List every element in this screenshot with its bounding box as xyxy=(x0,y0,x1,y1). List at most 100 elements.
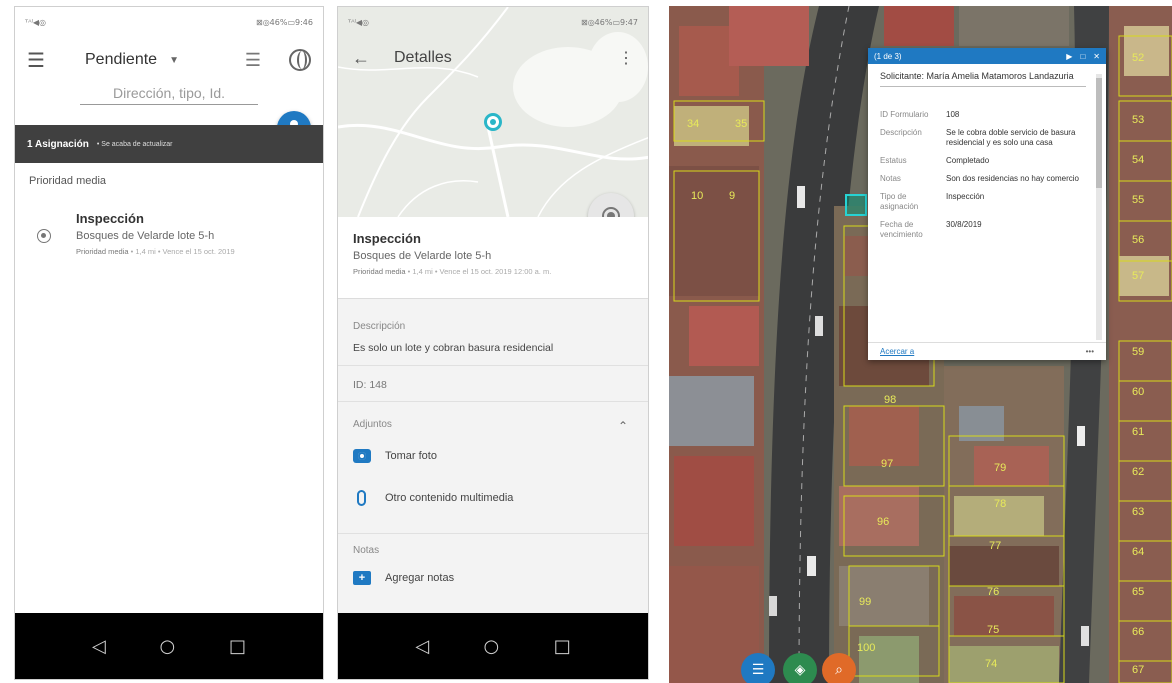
attribute-value: Inspección xyxy=(946,192,985,201)
chevron-down-icon: ▼ xyxy=(169,54,179,66)
layers-button[interactable]: ◈ xyxy=(783,653,817,683)
status-bar: ᵀᴬˡ◀◎ ⊠◎46%▭9:47 xyxy=(338,7,648,37)
attribute-key: Estatus xyxy=(880,156,907,165)
take-photo-button[interactable]: Tomar foto xyxy=(338,449,648,463)
parcel-label: 54 xyxy=(1132,154,1145,166)
attribute-key: Tipo de asignación xyxy=(880,192,919,211)
back-nav-icon[interactable]: ◁ xyxy=(92,636,106,657)
home-nav-icon[interactable]: ○ xyxy=(160,636,176,657)
attribute-row: Estatus Completado xyxy=(880,156,1090,166)
attribute-row: Notas Son dos residencias no hay comercio xyxy=(880,174,1090,184)
list-button[interactable]: ☰ xyxy=(741,653,775,683)
attribute-row: Descripción Se le cobra doble servicio de… xyxy=(880,128,1090,148)
page-title: Detalles xyxy=(394,49,452,66)
search-input[interactable]: Dirección, tipo, Id. xyxy=(80,85,258,105)
selected-feature-marker[interactable] xyxy=(845,194,867,216)
attribute-key: Descripción xyxy=(880,128,922,137)
status-left: ᵀᴬˡ◀◎ xyxy=(348,17,369,27)
assignment-count: 1 Asignación xyxy=(27,138,89,150)
description-value: Es solo un lote y cobran basura residenc… xyxy=(353,342,554,354)
attribute-row: ID Formulario 108 xyxy=(880,110,1090,120)
attribute-row: Fecha de vencimiento 30/8/2019 xyxy=(880,220,1090,240)
inspection-marker-icon xyxy=(37,229,51,243)
phone-assignment-details: ᵀᴬˡ◀◎ ⊠◎46%▭9:47 ← Detalles ⋮ Inspección… xyxy=(337,6,649,680)
popup-scrollbar[interactable] xyxy=(1096,74,1102,340)
id-row: ID: 148 xyxy=(338,379,648,391)
status-filter-dropdown[interactable]: Pendiente ▼ xyxy=(85,51,235,69)
chevron-up-icon[interactable]: ⌃ xyxy=(618,419,628,433)
add-notes-button[interactable]: + Agregar notas xyxy=(338,571,648,585)
assignment-id: ID: 148 xyxy=(353,379,387,391)
search-icon: ⌕ xyxy=(835,662,843,678)
back-nav-icon[interactable]: ◁ xyxy=(415,636,429,657)
home-nav-icon[interactable]: ○ xyxy=(484,636,500,657)
notes-label: Notas xyxy=(353,545,380,556)
feature-popup: (1 de 3) ▶ □ ✕ Solicitante: María Amelia… xyxy=(868,48,1106,360)
take-photo-label: Tomar foto xyxy=(385,450,437,462)
attribute-value: Son dos residencias no hay comercio xyxy=(946,174,1079,183)
paperclip-icon xyxy=(357,490,366,506)
more-options-icon[interactable]: ••• xyxy=(1086,347,1094,356)
sort-icon[interactable]: ☰ xyxy=(245,50,261,71)
assignment-priority: Prioridad media xyxy=(76,247,129,256)
zoom-to-link[interactable]: Acercar a xyxy=(880,347,1086,356)
attribute-value: Se le cobra doble servicio de basura res… xyxy=(946,128,1076,147)
search-button[interactable]: ⌕ xyxy=(822,653,856,683)
parcel-label: 65 xyxy=(1132,586,1145,598)
add-note-icon: + xyxy=(353,571,371,585)
parcel-label: 60 xyxy=(1132,386,1145,398)
status-left: ᵀᴬˡ◀◎ xyxy=(25,17,46,27)
parcel-label: 59 xyxy=(1132,346,1145,358)
maximize-icon[interactable]: □ xyxy=(1080,52,1085,61)
detail-body: Descripción Es solo un lote y cobran bas… xyxy=(338,299,648,613)
assignment-due: • 1,4 mi • Vence el 15 oct. 2019 xyxy=(130,247,235,256)
location-pin-icon[interactable] xyxy=(484,113,502,131)
popup-title: Solicitante: María Amelia Matamoros Land… xyxy=(880,71,1086,87)
next-feature-icon[interactable]: ▶ xyxy=(1066,52,1072,61)
parcel-label: 55 xyxy=(1132,194,1145,206)
add-notes-label: Agregar notas xyxy=(385,572,455,584)
assignment-address: Bosques de Velarde lote 5-h xyxy=(76,230,215,242)
attribute-value: 30/8/2019 xyxy=(946,220,982,229)
more-vert-icon[interactable]: ⋮ xyxy=(618,48,634,68)
notes-section: Notas xyxy=(338,545,648,556)
parcel-label: 76 xyxy=(987,586,1000,598)
parcel-label: 53 xyxy=(1132,114,1145,126)
attachments-header[interactable]: Adjuntos ⌃ xyxy=(338,419,648,433)
parcel-label: 66 xyxy=(1132,626,1145,638)
globe-icon[interactable] xyxy=(289,49,311,71)
attachments-label: Adjuntos xyxy=(353,419,392,430)
divider xyxy=(338,401,648,402)
popup-count: (1 de 3) xyxy=(874,51,902,61)
list-icon: ☰ xyxy=(751,662,765,678)
close-icon[interactable]: ✕ xyxy=(1093,52,1100,61)
parcel-label: 100 xyxy=(857,642,876,654)
recents-nav-icon[interactable]: □ xyxy=(229,636,246,657)
attribute-key: ID Formulario xyxy=(880,110,929,119)
popup-attributes: ID Formulario 108 Descripción Se le cobra … xyxy=(880,110,1090,248)
back-arrow-icon[interactable]: ← xyxy=(352,48,382,69)
status-right: ⊠◎46%▭9:46 xyxy=(256,17,313,27)
app-toolbar: ☰ Pendiente ▼ ☰ xyxy=(15,37,323,83)
assignment-priority: Prioridad media xyxy=(353,267,406,276)
parcel-label: 56 xyxy=(1132,234,1145,246)
parcel-label: 78 xyxy=(994,498,1007,510)
refresh-status: • Se acaba de actualizar xyxy=(96,140,173,148)
assignment-due: • 1,4 mi • Vence el 15 oct. 2019 12:00 a… xyxy=(407,267,552,276)
description-section: Descripción Es solo un lote y cobran bas… xyxy=(338,321,648,354)
parcel-label: 62 xyxy=(1132,466,1145,478)
attribute-value: 108 xyxy=(946,110,960,119)
assignment-type: Inspección xyxy=(353,231,421,246)
parcel-label: 61 xyxy=(1132,426,1145,438)
recents-nav-icon[interactable]: □ xyxy=(554,636,571,657)
description-label: Descripción xyxy=(353,321,406,332)
parcel-label: 67 xyxy=(1132,664,1145,676)
status-filter-label: Pendiente xyxy=(85,51,158,68)
hamburger-menu-icon[interactable]: ☰ xyxy=(27,48,51,73)
popup-header: (1 de 3) ▶ □ ✕ xyxy=(868,48,1106,64)
status-right: ⊠◎46%▭9:47 xyxy=(581,17,638,27)
other-media-button[interactable]: Otro contenido multimedia xyxy=(338,490,648,506)
parcel-label: 9 xyxy=(729,190,736,202)
parcel-label: 75 xyxy=(987,624,1000,636)
parcel-label: 77 xyxy=(989,540,1002,552)
